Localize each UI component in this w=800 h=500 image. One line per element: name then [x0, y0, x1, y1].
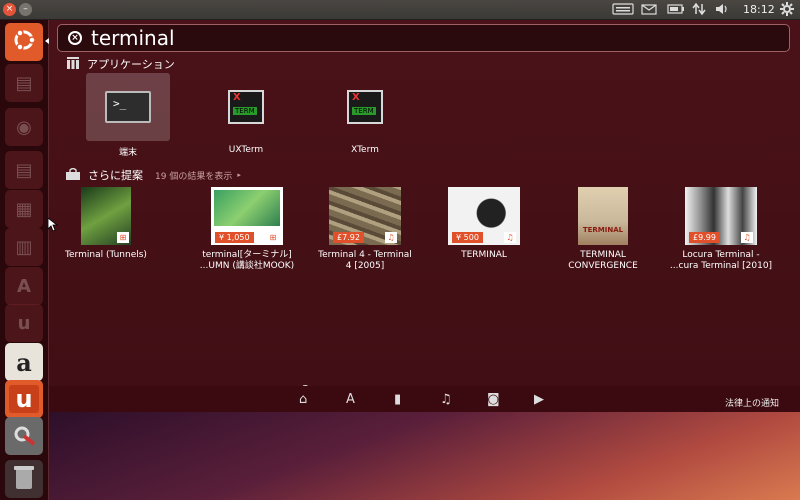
- applications-lens-icon[interactable]: A: [346, 392, 355, 407]
- suggestion-title: Terminal (Tunnels): [65, 250, 147, 260]
- photos-lens-icon[interactable]: ◙: [487, 392, 500, 407]
- album-cover: £7.92 ♫: [329, 187, 401, 245]
- dash-overlay: × terminal アプリケーション >_ 端末 X TERM UXTerm …: [49, 20, 800, 412]
- trash-icon: [12, 463, 36, 495]
- firefox-icon: ◉: [16, 116, 32, 138]
- gear-icon[interactable]: [780, 2, 794, 18]
- price-tag: £7.92: [333, 232, 364, 243]
- suggestion-item-6[interactable]: £9.99 ♫ Locura Terminal - ...cura Termin…: [661, 187, 781, 272]
- launcher-item-ubuntu-one-music[interactable]: u: [5, 380, 43, 418]
- price-tag: £9.99: [689, 232, 720, 243]
- store-badge-icon: ⊞: [117, 232, 129, 243]
- amazon-icon: a: [16, 347, 32, 377]
- selected-highlight: >_: [86, 73, 170, 141]
- launcher-item-calc[interactable]: ▦: [5, 190, 43, 228]
- launcher-item-firefox[interactable]: ◉: [5, 108, 43, 146]
- suggestion-subtitle: ...cura Terminal [2010]: [669, 261, 773, 271]
- volume-icon[interactable]: [714, 2, 730, 18]
- suggestion-item-5[interactable]: TERMINAL TERMINAL CONVERGENCE: [543, 187, 663, 272]
- music-note-icon: ♫: [504, 232, 516, 243]
- music-lens-icon[interactable]: ♫: [440, 392, 452, 407]
- suggestion-subtitle: ...UMN (講談社MOOK): [199, 261, 295, 271]
- app-label: XTerm: [351, 145, 379, 155]
- settings-icon: [10, 420, 38, 452]
- suggestions-section-header: さらに提案 19 個の結果を表示 ▸: [66, 167, 241, 183]
- launcher: ▤ ◉ ▤ ▦ ▥ A u a u: [0, 20, 49, 500]
- album-cover: ¥ 500 ♫: [448, 187, 520, 245]
- ubuntu-logo-icon: [10, 26, 38, 58]
- suggestion-title: TERMINAL: [580, 250, 626, 260]
- ubuntu-one-icon: u: [17, 312, 31, 334]
- applications-heading: アプリケーション: [87, 58, 175, 71]
- app-label: UXTerm: [228, 145, 264, 155]
- legal-notice-link[interactable]: 法律上の通知: [725, 396, 779, 409]
- app-result-uxterm[interactable]: X TERM UXTerm: [204, 73, 288, 155]
- launcher-item-trash[interactable]: [5, 460, 43, 498]
- book-cover: ¥ 1,050 ⊞: [211, 187, 283, 245]
- suggestion-title: terminal[ターミナル]: [202, 250, 292, 260]
- clear-search-icon[interactable]: ×: [68, 31, 82, 45]
- suggestion-item-3[interactable]: £7.92 ♫ Terminal 4 - Terminal 4 [2005]: [305, 187, 425, 272]
- app-result-terminal[interactable]: >_ 端末: [86, 73, 170, 158]
- app-label: 端末: [118, 148, 137, 158]
- clock[interactable]: 18:12: [743, 3, 775, 16]
- ubuntu-one-icon: u: [9, 385, 39, 413]
- music-note-icon: ♫: [385, 232, 397, 243]
- launcher-item-amazon[interactable]: a: [5, 343, 43, 381]
- suggestion-item-4[interactable]: ¥ 500 ♫ TERMINAL: [424, 187, 544, 261]
- album-cover: ⊞: [81, 187, 131, 245]
- keyboard-icon[interactable]: [612, 2, 634, 18]
- launcher-item-files[interactable]: ▤: [5, 64, 43, 102]
- home-lens-icon[interactable]: ⌂: [299, 392, 307, 407]
- terminal-icon: >_: [105, 91, 151, 123]
- top-panel: × – 18:12: [0, 0, 800, 20]
- launcher-item-writer[interactable]: ▤: [5, 151, 43, 189]
- suggestion-item-1[interactable]: ⊞ Terminal (Tunnels): [46, 187, 166, 261]
- xterm-icon: X TERM: [228, 90, 264, 124]
- suggestion-subtitle: CONVERGENCE: [568, 261, 638, 271]
- music-note-icon: ♫: [741, 232, 753, 243]
- suggestion-item-2[interactable]: ¥ 1,050 ⊞ terminal[ターミナル] ...UMN (講談社MOO…: [187, 187, 307, 272]
- album-cover: TERMINAL: [578, 187, 628, 245]
- search-box[interactable]: × terminal: [57, 24, 790, 52]
- price-tag: ¥ 500: [452, 232, 483, 243]
- chevron-right-icon[interactable]: ▸: [237, 171, 241, 179]
- suggestion-title: Locura Terminal -: [682, 250, 760, 260]
- network-icon[interactable]: [692, 2, 706, 18]
- spreadsheet-icon: ▦: [15, 198, 33, 220]
- suggestion-title: Terminal 4 - Terminal: [318, 250, 412, 260]
- more-results-link[interactable]: 19 個の結果を表示: [155, 169, 232, 182]
- xterm-icon: X TERM: [347, 90, 383, 124]
- suggestions-heading: さらに提案: [88, 169, 143, 182]
- album-cover: £9.99 ♫: [685, 187, 757, 245]
- suggestion-title: TERMINAL: [461, 250, 507, 260]
- folder-icon: ▤: [15, 72, 33, 94]
- launcher-item-dash-home[interactable]: [5, 23, 43, 61]
- document-icon: ▤: [15, 159, 33, 181]
- applications-lens-icon: [67, 56, 79, 72]
- applications-section-header: アプリケーション: [67, 56, 175, 72]
- launcher-item-system-settings[interactable]: [5, 417, 43, 455]
- video-lens-icon[interactable]: ▶: [534, 392, 544, 407]
- launcher-item-impress[interactable]: ▥: [5, 228, 43, 266]
- battery-icon[interactable]: [667, 2, 685, 18]
- files-lens-icon[interactable]: ▮: [394, 392, 401, 407]
- mouse-cursor-icon: [47, 217, 59, 236]
- lens-bar: ⌂ A ▮ ♫ ◙ ▶ 法律上の通知: [49, 386, 800, 412]
- close-window-button[interactable]: ×: [3, 3, 16, 16]
- desktop-background: [49, 412, 800, 500]
- app-result-xterm[interactable]: X TERM XTerm: [323, 73, 407, 155]
- search-input[interactable]: terminal: [91, 26, 175, 50]
- mail-icon[interactable]: [641, 2, 657, 18]
- launcher-item-software-center[interactable]: A: [5, 267, 43, 305]
- store-badge-icon: ⊞: [267, 232, 279, 243]
- shopping-bag-icon: [66, 167, 80, 183]
- presentation-icon: ▥: [15, 236, 33, 258]
- suggestion-subtitle: 4 [2005]: [345, 261, 385, 271]
- price-tag: ¥ 1,050: [215, 232, 254, 243]
- launcher-item-ubuntu-one[interactable]: u: [5, 304, 43, 342]
- software-center-icon: A: [17, 275, 31, 297]
- minimize-window-button[interactable]: –: [19, 3, 32, 16]
